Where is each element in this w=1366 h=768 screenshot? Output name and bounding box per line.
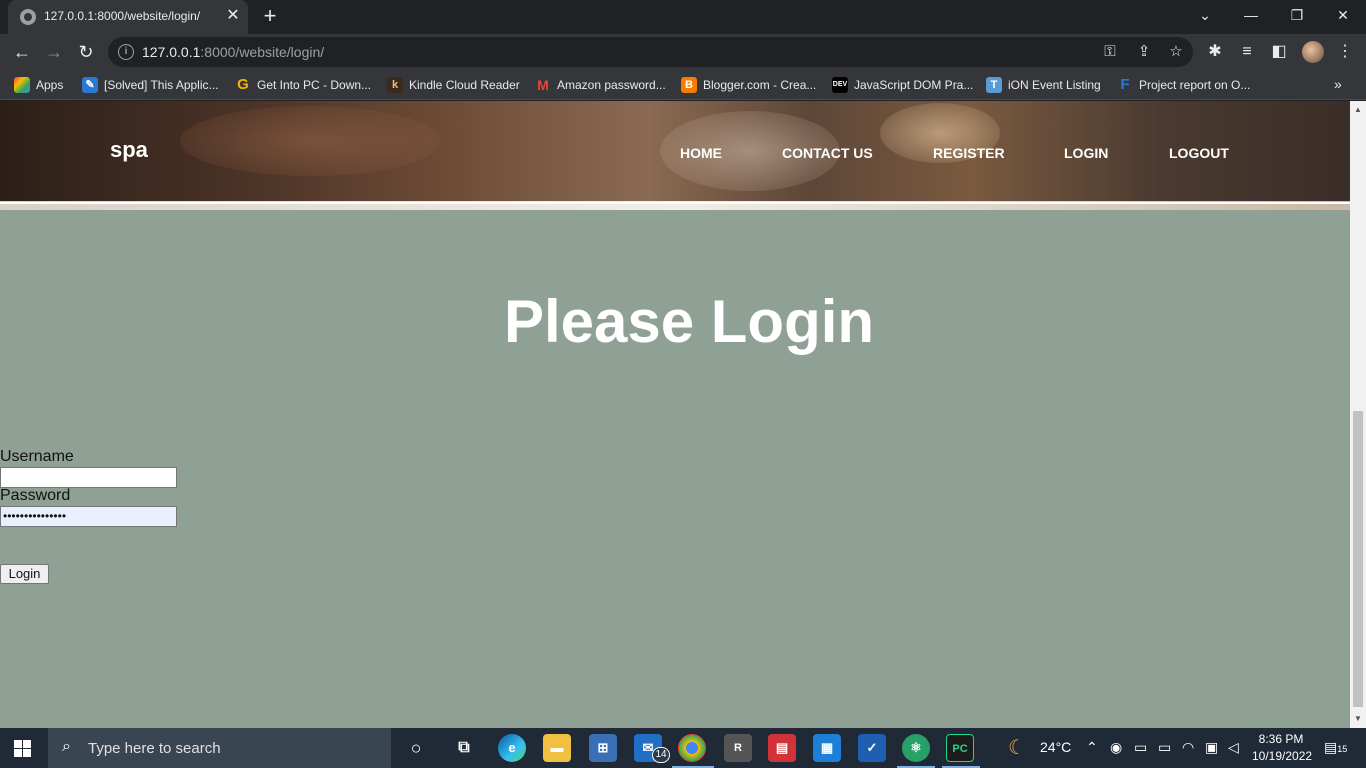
app-r-icon[interactable]: R — [724, 734, 752, 762]
pycharm-icon[interactable]: PC — [946, 734, 974, 762]
new-tab-button[interactable]: + — [258, 4, 282, 28]
cortana-icon[interactable]: ○ — [402, 734, 430, 762]
weather-temp[interactable]: 24°C — [1040, 739, 1071, 755]
blue-puzzle-icon: ✎ — [82, 77, 98, 93]
wifi-icon[interactable]: ◠ — [1182, 739, 1194, 756]
edge-icon[interactable]: e — [498, 734, 526, 762]
minimize-icon[interactable]: — — [1228, 0, 1274, 30]
bookmark-solved[interactable]: ✎ [Solved] This Applic... — [82, 76, 219, 94]
bookmark-star-icon[interactable]: ☆ — [1166, 42, 1186, 62]
login-button[interactable]: Login — [0, 564, 49, 584]
password-input[interactable]: ••••••••••••••• — [0, 506, 177, 527]
back-icon[interactable]: ← — [10, 40, 34, 64]
chrome-icon[interactable] — [678, 734, 706, 762]
profile-avatar[interactable] — [1302, 41, 1324, 63]
nav-contact-us[interactable]: CONTACT US — [782, 145, 873, 161]
site-brand[interactable]: spa — [110, 137, 148, 163]
f-icon: F — [1120, 76, 1130, 93]
taskbar-search[interactable]: ⌕ Type here to search — [48, 728, 391, 768]
bookmark-apps[interactable]: Apps — [14, 76, 63, 94]
menu-icon[interactable]: ⋮ — [1334, 41, 1356, 63]
bookmark-getintopc[interactable]: G Get Into PC - Down... — [235, 76, 371, 94]
kindle-icon: k — [387, 77, 403, 93]
url-text[interactable]: 127.0.0.1:8000/website/login/ — [142, 44, 324, 60]
bookmark-project-report[interactable]: F Project report on O... — [1117, 76, 1250, 94]
nav-register[interactable]: REGISTER — [933, 145, 1005, 161]
windows-start-icon[interactable] — [14, 740, 32, 758]
atom-icon[interactable]: ⚛ — [902, 734, 930, 762]
browser-tab[interactable]: 127.0.0.1:8000/website/login/ ✕ — [8, 0, 248, 34]
scroll-down-icon[interactable]: ▼ — [1354, 714, 1362, 723]
side-panel-icon[interactable]: ◧ — [1268, 41, 1290, 63]
extensions-icon[interactable]: ✱ — [1204, 41, 1226, 63]
page-scrollbar[interactable]: ▲ ▼ — [1350, 101, 1366, 728]
reload-icon[interactable]: ↻ — [74, 40, 98, 64]
tab-strip: 127.0.0.1:8000/website/login/ ✕ + ⌄ — ❐ … — [0, 0, 1366, 34]
notification-center-icon[interactable]: ▤15 — [1324, 739, 1347, 756]
clock[interactable]: 8:36 PM 10/19/2022 — [1252, 731, 1313, 765]
page-title: Please Login — [503, 288, 875, 355]
username-label: Username — [0, 448, 74, 465]
forward-icon[interactable]: → — [42, 40, 66, 64]
defender-icon[interactable]: ✓ — [858, 734, 886, 762]
restore-icon[interactable]: ❐ — [1274, 0, 1320, 30]
bookmark-amazon[interactable]: M Amazon password... — [535, 76, 666, 94]
page-viewport: spa HOME CONTACT US REGISTER LOGIN LOGOU… — [0, 101, 1350, 728]
moon-weather-icon[interactable]: ☾ — [1008, 735, 1026, 760]
news-icon[interactable]: ▤ — [768, 734, 796, 762]
gmail-icon: M — [537, 77, 549, 93]
clock-date: 10/19/2022 — [1252, 749, 1313, 763]
browser-toolbar: ← → ↻ i 127.0.0.1:8000/website/login/ ⚿ … — [0, 34, 1366, 70]
store-icon[interactable]: ⊞ — [589, 734, 617, 762]
scrollbar-thumb[interactable] — [1353, 411, 1363, 707]
task-view-icon[interactable]: ⧉ — [450, 734, 478, 762]
password-label: Password — [0, 487, 71, 504]
meet-icon[interactable]: ▭ — [1134, 739, 1147, 756]
screen: 127.0.0.1:8000/website/login/ ✕ + ⌄ — ❐ … — [0, 0, 1366, 768]
bookmark-blogger[interactable]: B Blogger.com - Crea... — [681, 76, 816, 94]
username-input[interactable] — [0, 467, 177, 488]
close-tab-icon[interactable]: ✕ — [224, 7, 242, 25]
nav-login[interactable]: LOGIN — [1064, 145, 1108, 161]
record-icon[interactable]: ◉ — [1110, 739, 1122, 756]
blogger-icon: B — [681, 77, 697, 93]
site-info-icon[interactable]: i — [118, 44, 134, 60]
tab-title: 127.0.0.1:8000/website/login/ — [44, 9, 201, 23]
dev-icon: DEV — [832, 77, 848, 93]
nav-home[interactable]: HOME — [680, 145, 722, 161]
tcs-icon: T — [986, 77, 1002, 93]
g-logo-icon: G — [237, 76, 249, 93]
network-icon[interactable]: ▣ — [1205, 739, 1218, 756]
share-icon[interactable]: ⇪ — [1134, 42, 1154, 62]
volume-icon[interactable]: ◁ — [1228, 739, 1239, 756]
word-icon[interactable]: ▦ — [813, 734, 841, 762]
bookmarks-overflow-icon[interactable]: » — [1334, 76, 1342, 92]
tray-overflow-icon[interactable]: ⌃ — [1086, 739, 1098, 756]
windows-taskbar: ⌕ Type here to search ○ ⧉ e ▬ ⊞ ✉ 14 R ▤… — [0, 728, 1366, 768]
search-placeholder: Type here to search — [88, 740, 221, 757]
bookmarks-bar: Apps ✎ [Solved] This Applic... G Get Int… — [0, 70, 1366, 100]
header-banner: spa HOME CONTACT US REGISTER LOGIN LOGOU… — [0, 101, 1350, 210]
address-bar[interactable]: i 127.0.0.1:8000/website/login/ ⚿ ⇪ ☆ — [108, 37, 1193, 67]
key-icon[interactable]: ⚿ — [1100, 42, 1120, 62]
close-window-icon[interactable]: ✕ — [1320, 0, 1366, 30]
scroll-up-icon[interactable]: ▲ — [1354, 105, 1362, 114]
battery-icon[interactable]: ▭ — [1158, 739, 1171, 756]
clock-time: 8:36 PM — [1258, 732, 1304, 746]
apps-grid-icon — [14, 77, 30, 93]
globe-icon — [20, 9, 36, 25]
bookmark-kindle[interactable]: k Kindle Cloud Reader — [387, 76, 520, 94]
tab-search-icon[interactable]: ⌄ — [1182, 0, 1228, 30]
file-explorer-icon[interactable]: ▬ — [543, 734, 571, 762]
nav-logout[interactable]: LOGOUT — [1169, 145, 1229, 161]
search-icon: ⌕ — [62, 738, 71, 755]
media-control-icon[interactable]: ≡ — [1236, 41, 1258, 63]
bookmark-jsdom[interactable]: DEV JavaScript DOM Pra... — [832, 76, 973, 94]
bookmark-ion[interactable]: T iON Event Listing — [986, 76, 1101, 94]
mail-badge: 14 — [652, 747, 670, 763]
